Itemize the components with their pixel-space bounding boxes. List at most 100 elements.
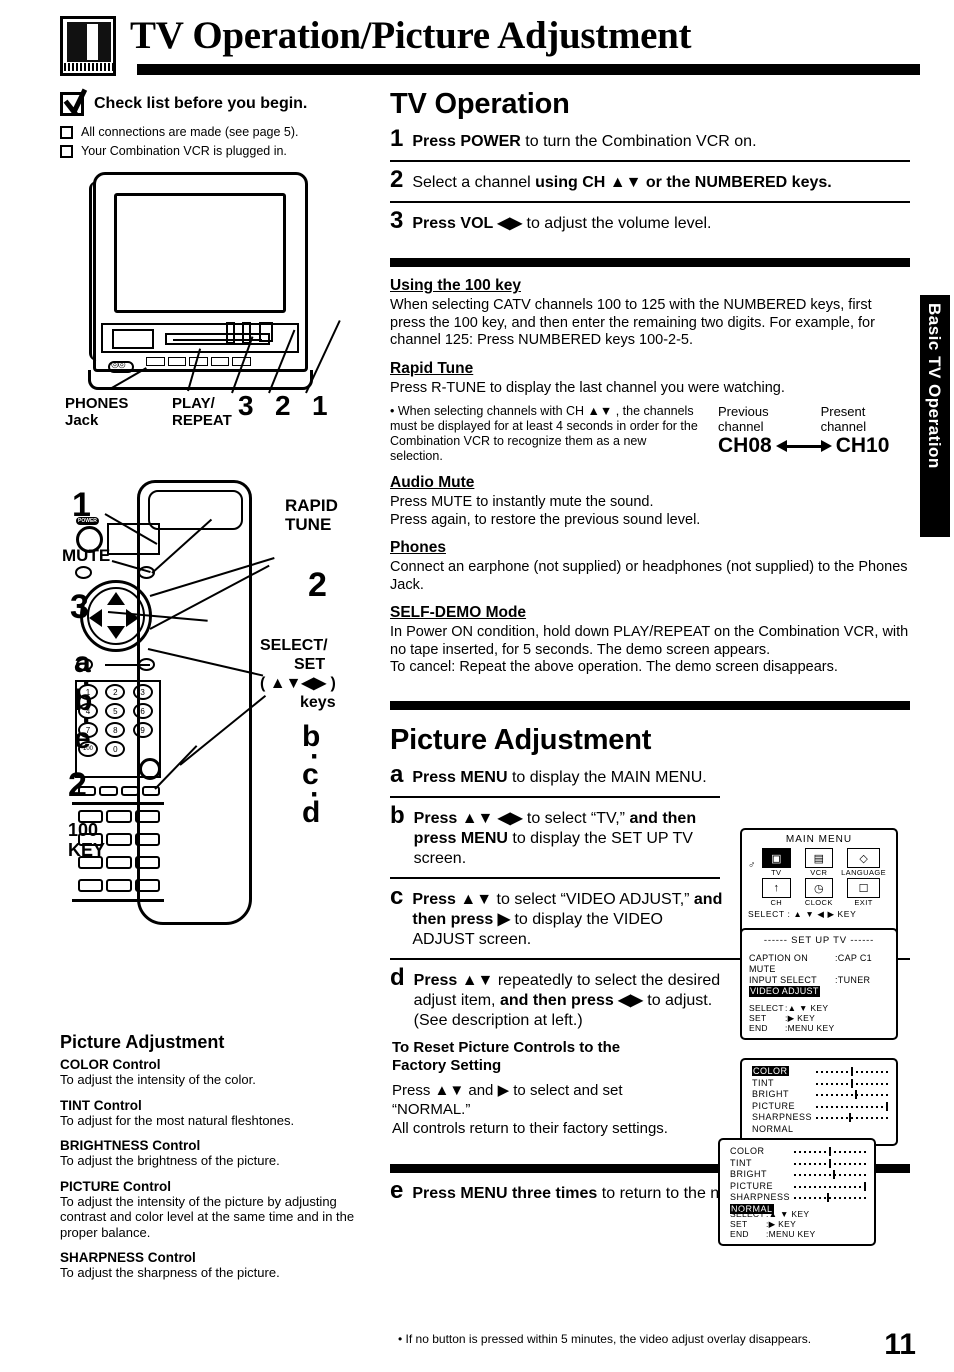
page-footnote: • If no button is pressed within 5 minut… <box>398 1332 812 1346</box>
menu-item-language[interactable]: ◇ LANGUAGE <box>841 848 886 877</box>
step-letter: d <box>390 963 405 991</box>
double-arrow-icon <box>775 439 832 452</box>
level-bar[interactable] <box>794 1170 866 1180</box>
callout-select-set: SELECT/ SET ( ▲▼◀▶ ) keys <box>260 637 336 711</box>
callout-3-remote: 3 <box>70 588 89 626</box>
menu-item-label: CLOCK <box>804 898 833 907</box>
control-description: PICTURE Control To adjust the intensity … <box>60 1179 380 1241</box>
menu-item-clock[interactable]: ◷ CLOCK <box>799 878 840 907</box>
menu-item-label: TV <box>771 868 782 877</box>
osd-setup-rows: CAPTION ON MUTE :CAP C1 INPUT SELECT :TU… <box>742 946 896 997</box>
control-name: TINT Control <box>60 1097 142 1113</box>
previous-channel-value: CH08 <box>718 434 772 457</box>
menu-item-ch[interactable]: ↑ CH <box>756 878 797 907</box>
key-0: 0 <box>105 741 126 757</box>
left-column: Check list before you begin. All connect… <box>60 92 380 938</box>
remote-display-window <box>107 523 160 555</box>
reset-heading: To Reset Picture Controls to the Factory… <box>392 1038 621 1074</box>
callout-2-right: 2 <box>308 566 327 604</box>
mute-button-shape <box>75 566 92 579</box>
table-row[interactable]: PICTURE <box>752 1101 896 1113</box>
key-8: 8 <box>105 722 126 738</box>
section-heading: Phones <box>390 539 446 556</box>
deck-button-row <box>146 357 251 366</box>
step-letter: a <box>390 760 404 788</box>
note-text: • When selecting channels with CH ▲▼ , t… <box>390 404 698 463</box>
section-body: When selecting CATV channels 100 to 125 … <box>390 297 875 348</box>
key-3: 3 <box>132 684 153 700</box>
channel-button-shape <box>139 758 161 780</box>
row-label: PICTURE <box>752 1100 796 1111</box>
level-bar[interactable] <box>816 1113 888 1123</box>
channel-diagram: Previous channel Present channel CH08 CH… <box>718 404 889 464</box>
level-bar[interactable] <box>816 1067 888 1077</box>
language-icon: ◇ <box>847 848 880 868</box>
row-label: BRIGHT <box>752 1089 790 1099</box>
tv-vcr-icon <box>60 16 116 76</box>
section-body: Connect an earphone (not supplied) or he… <box>390 559 908 593</box>
function-button-row <box>78 786 160 796</box>
level-bar[interactable] <box>794 1181 866 1191</box>
present-channel-label: Present channel <box>820 404 867 434</box>
tv-icon: ▣ <box>762 848 791 868</box>
present-channel-value: CH10 <box>835 434 890 457</box>
checkbox-icon[interactable] <box>60 144 73 158</box>
table-row[interactable]: BRIGHT <box>752 1089 896 1101</box>
step-text: Press ▲▼ ◀▶ to select “TV,” and then pre… <box>413 809 697 867</box>
control-desc: To adjust the intensity of the color. <box>60 1072 256 1087</box>
row-label: BRIGHT <box>730 1169 768 1179</box>
checklist-heading: Check list before you begin. <box>60 92 380 116</box>
control-desc: To adjust the brightness of the picture. <box>60 1153 280 1168</box>
row-value: :CAP C1 <box>835 953 872 963</box>
up-arrow-icon <box>107 592 125 605</box>
menu-item-exit[interactable]: ☐ EXIT <box>841 878 886 907</box>
table-row[interactable]: COLOR <box>730 1146 874 1158</box>
footer-row: SET:▶ KEY <box>749 1013 816 1023</box>
table-row[interactable]: NORMAL <box>752 1124 896 1136</box>
osd-setup-title: ------ SET UP TV ------ <box>763 935 875 946</box>
level-bar[interactable] <box>816 1090 888 1100</box>
down-arrow-icon <box>107 626 125 639</box>
level-bar[interactable] <box>794 1158 866 1168</box>
table-row[interactable]: SHARPNESS <box>730 1192 874 1204</box>
checklist-item-label: Your Combination VCR is plugged in. <box>81 144 287 158</box>
previous-channel-label: Previous channel <box>718 404 769 434</box>
control-name: BRIGHTNESS Control <box>60 1138 201 1153</box>
table-row-selected[interactable]: VIDEO ADJUST <box>749 986 896 997</box>
table-row-selected[interactable]: COLOR <box>752 1066 896 1078</box>
menu-item-vcr[interactable]: ▤ VCR <box>799 848 840 877</box>
checkbox-icon[interactable] <box>60 125 73 139</box>
checkmark-icon <box>60 92 84 116</box>
level-bar[interactable] <box>794 1147 866 1157</box>
step-letter: c <box>390 882 404 910</box>
header-rule <box>137 64 920 75</box>
table-row[interactable]: CAPTION ON MUTE :CAP C1 <box>749 953 896 975</box>
table-row[interactable]: SHARPNESS <box>752 1112 896 1124</box>
callout-1-remote: 1 <box>72 486 91 524</box>
level-bar[interactable] <box>816 1078 888 1088</box>
control-name: SHARPNESS Control <box>60 1250 196 1265</box>
page-title: TV Operation/Picture Adjustment <box>130 14 692 57</box>
remote-emitter <box>148 490 243 530</box>
osd-video-adjust-1: COLOR TINT BRIGHT PICTURE SHARPNESS NORM… <box>740 1058 898 1146</box>
menu-item-tv[interactable]: ▣ TV <box>756 848 797 877</box>
list-item: All connections are made (see page 5). <box>60 125 380 139</box>
table-row[interactable]: INPUT SELECT :TUNER <box>749 975 896 986</box>
footer-row: SELECT:▲ ▼ KEY <box>749 1003 829 1013</box>
section-heading: Rapid Tune <box>390 359 474 377</box>
reset-block: To Reset Picture Controls to the Factory… <box>392 1039 722 1138</box>
osd-video-adjust-footer: SELECT:▲ ▼ KEY SET:▶ KEY END:MENU KEY <box>730 1209 815 1239</box>
table-row[interactable]: BRIGHT <box>730 1169 874 1181</box>
table-row[interactable]: PICTURE <box>730 1181 874 1193</box>
step-c: c Press ▲▼ to select “VIDEO ADJUST,” and… <box>390 879 726 958</box>
osd-main-menu-title: MAIN MENU <box>785 834 853 845</box>
level-bar[interactable] <box>794 1193 866 1203</box>
table-row[interactable]: TINT <box>752 1078 896 1090</box>
step-d: d Press ▲▼ repeatedly to select the desi… <box>390 960 730 1039</box>
control-description: COLOR Control To adjust the intensity of… <box>60 1057 380 1088</box>
leader-line-1 <box>305 320 341 394</box>
level-bar[interactable] <box>816 1101 888 1111</box>
menu-item-label: EXIT <box>854 898 873 907</box>
step-number: 2 <box>390 166 404 193</box>
table-row[interactable]: TINT <box>730 1158 874 1170</box>
